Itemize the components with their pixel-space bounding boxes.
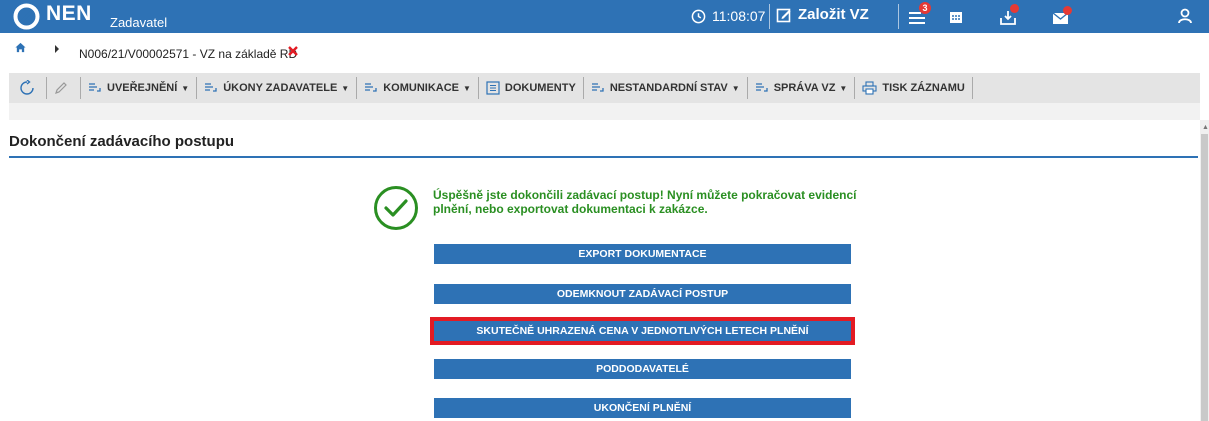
brand-name[interactable]: NEN bbox=[46, 2, 92, 26]
menu-button[interactable]: 3 bbox=[907, 2, 931, 28]
create-vz-label: Založit VZ bbox=[798, 6, 869, 23]
list-action-icon bbox=[205, 83, 217, 92]
calendar-button[interactable] bbox=[946, 7, 968, 29]
breadcrumb-current[interactable]: N006/21/V00002571 - VZ na základě RD bbox=[79, 47, 297, 61]
edit-button[interactable] bbox=[47, 73, 80, 103]
caret-down-icon: ▼ bbox=[731, 83, 740, 93]
home-icon[interactable] bbox=[15, 42, 26, 53]
caret-down-icon: ▼ bbox=[181, 83, 190, 93]
divider bbox=[971, 77, 973, 99]
odemknout-postup-button[interactable]: ODEMKNOUT ZADÁVACÍ POSTUP bbox=[434, 284, 851, 304]
menu-ukony-zadavatele[interactable]: ÚKONY ZADAVATELE ▼ bbox=[197, 73, 356, 103]
page-title: Dokončení zadávacího postupu bbox=[9, 133, 235, 150]
list-action-icon bbox=[365, 83, 377, 92]
toolbar-strip bbox=[9, 103, 1200, 120]
title-underline bbox=[9, 156, 1198, 158]
skutecne-uhrazena-cena-button[interactable]: SKUTEČNĚ UHRAZENÁ CENA V JEDNOTLIVÝCH LE… bbox=[430, 317, 855, 345]
menu-badge: 3 bbox=[919, 2, 931, 14]
user-icon bbox=[1178, 8, 1192, 24]
clock-icon bbox=[691, 9, 706, 23]
caret-down-icon: ▼ bbox=[839, 83, 848, 93]
user-button[interactable] bbox=[1175, 6, 1197, 28]
inbox-dot bbox=[1010, 4, 1019, 13]
scroll-up-icon[interactable]: ▲ bbox=[1202, 124, 1209, 131]
top-bar: NEN Zadavatel 11:08:07 Založit VZ 3 bbox=[0, 0, 1209, 33]
clock-time: 11:08:07 bbox=[712, 8, 766, 24]
refresh-button[interactable] bbox=[9, 73, 46, 103]
divider bbox=[769, 4, 770, 29]
menu-komunikace[interactable]: KOMUNIKACE ▼ bbox=[357, 73, 478, 103]
menu-uverejneni[interactable]: UVEŘEJNĚNÍ ▼ bbox=[81, 73, 196, 103]
chevron-right-icon bbox=[55, 45, 59, 53]
document-list-icon bbox=[486, 81, 500, 95]
menu-label: ÚKONY ZADAVATELE bbox=[223, 82, 338, 94]
ukonceni-plneni-button[interactable]: UKONČENÍ PLNĚNÍ bbox=[434, 398, 851, 418]
menu-tisk-zaznamu[interactable]: TISK ZÁZNAMU bbox=[855, 73, 972, 103]
menu-sprava-vz[interactable]: SPRÁVA VZ ▼ bbox=[748, 73, 855, 103]
menu-label: UVEŘEJNĚNÍ bbox=[107, 82, 178, 94]
inbox-button[interactable] bbox=[998, 4, 1020, 28]
menu-label: DOKUMENTY bbox=[504, 82, 576, 94]
export-dokumentace-button[interactable]: EXPORT DOKUMENTACE bbox=[434, 244, 851, 264]
close-icon bbox=[288, 46, 298, 56]
breadcrumb: N006/21/V00002571 - VZ na základě RD bbox=[0, 33, 1209, 70]
scrollbar-thumb[interactable] bbox=[1201, 134, 1208, 421]
caret-down-icon: ▼ bbox=[341, 83, 350, 93]
messages-dot bbox=[1063, 6, 1072, 15]
pencil-icon bbox=[55, 82, 67, 94]
menu-label: KOMUNIKACE bbox=[383, 82, 459, 94]
menu-label: SPRÁVA VZ bbox=[773, 82, 836, 94]
list-action-icon bbox=[591, 83, 604, 92]
refresh-icon bbox=[20, 80, 34, 95]
list-action-icon bbox=[755, 83, 768, 92]
list-action-icon bbox=[89, 83, 101, 92]
edit-icon bbox=[776, 8, 791, 22]
divider bbox=[898, 4, 899, 29]
menu-nestandardni-stav[interactable]: NESTANDARDNÍ STAV ▼ bbox=[584, 73, 747, 103]
nen-logo-icon bbox=[13, 3, 40, 30]
success-message: Úspěšně jste dokončili zadávací postup! … bbox=[433, 188, 857, 216]
menu-dokumenty[interactable]: DOKUMENTY bbox=[479, 73, 583, 103]
caret-down-icon: ▼ bbox=[463, 83, 471, 93]
create-vz-button[interactable]: Založit VZ bbox=[776, 6, 869, 23]
print-icon bbox=[862, 81, 877, 95]
messages-button[interactable] bbox=[1050, 6, 1072, 28]
brand-subtitle: Zadavatel bbox=[110, 15, 168, 30]
check-circle-icon bbox=[374, 186, 418, 230]
action-toolbar: UVEŘEJNĚNÍ ▼ ÚKONY ZADAVATELE ▼ KOMUNIKACE… bbox=[9, 73, 1200, 103]
menu-label: NESTANDARDNÍ STAV bbox=[609, 82, 728, 94]
session-clock: 11:08:07 bbox=[691, 8, 765, 24]
poddodavatele-button[interactable]: PODDODAVATELÉ bbox=[434, 359, 851, 379]
calendar-icon bbox=[950, 12, 962, 23]
menu-label: TISK ZÁZNAMU bbox=[882, 82, 965, 94]
